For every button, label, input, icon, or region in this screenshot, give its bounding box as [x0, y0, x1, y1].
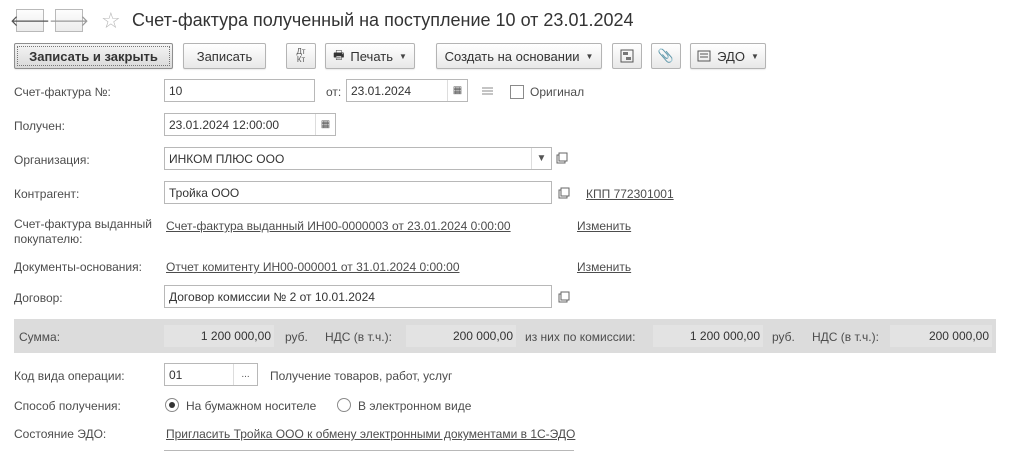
invoice-date-value: 23.01.2024 — [351, 84, 412, 98]
counterparty-label: Контрагент: — [14, 187, 80, 201]
edo-button[interactable]: ЭДО ▼ — [690, 43, 766, 69]
vat-label: НДС (в т.ч.): — [325, 330, 392, 344]
commission-vat-label: НДС (в т.ч.): — [812, 330, 879, 344]
issued-invoice-change-link[interactable]: Изменить — [577, 219, 631, 233]
structure-button[interactable] — [612, 43, 642, 69]
chevron-down-icon: ▼ — [585, 51, 594, 61]
original-checkbox[interactable] — [510, 85, 524, 99]
chevron-down-icon: ▼ — [399, 51, 407, 61]
operation-code-value: 01 — [169, 368, 183, 382]
received-date-value: 23.01.2024 12:00:00 — [169, 118, 280, 132]
commission-vat-value: 200 000,00 — [890, 325, 992, 347]
invoice-date-field[interactable]: 23.01.2024 ▦ — [346, 79, 468, 102]
save-and-close-button[interactable]: Записать и закрыть — [14, 43, 173, 69]
original-label: Оригинал — [530, 85, 585, 99]
print-label: Печать — [350, 48, 393, 64]
issued-invoice-label-line2: покупателю: — [14, 232, 83, 246]
operation-code-select-button[interactable]: ... — [233, 364, 257, 385]
kpp-link[interactable]: КПП 772301001 — [586, 187, 674, 201]
open-organization-icon[interactable] — [556, 152, 568, 167]
dt-kt-icon: Дт Кт — [296, 48, 305, 64]
save-button[interactable]: Записать — [183, 43, 266, 69]
paperclip-icon: 📎 — [657, 48, 675, 63]
received-date-field[interactable]: 23.01.2024 12:00:00 ▦ — [164, 113, 336, 136]
basis-documents-change-link[interactable]: Изменить — [577, 260, 631, 274]
organization-label: Организация: — [14, 153, 90, 167]
electronic-option-label: В электронном виде — [358, 399, 472, 413]
received-label: Получен: — [14, 119, 65, 133]
paper-radio[interactable] — [165, 398, 179, 412]
document-structure-icon — [620, 49, 634, 63]
organization-field[interactable]: ИНКОМ ПЛЮС ООО ▼ — [164, 147, 552, 170]
kt-label: Кт — [296, 55, 306, 64]
edo-label: ЭДО — [717, 48, 745, 64]
comment-icon[interactable] — [481, 86, 494, 100]
open-counterparty-icon[interactable] — [558, 187, 570, 202]
attach-button[interactable]: 📎 — [651, 43, 681, 69]
printer-icon: 🖶 — [333, 47, 345, 62]
invoice-number-field[interactable]: 10 — [164, 79, 315, 102]
sums-bar: Сумма: 1 200 000,00 руб. НДС (в т.ч.): 2… — [14, 319, 996, 353]
back-button[interactable]: 🡐 — [10, 9, 50, 32]
chevron-down-icon[interactable]: ▼ — [531, 148, 551, 169]
edo-state-label: Состояние ЭДО: — [14, 427, 107, 441]
operation-code-description: Получение товаров, работ, услуг — [270, 369, 453, 383]
paper-option-label: На бумажном носителе — [186, 399, 317, 413]
basis-documents-link[interactable]: Отчет комитенту ИН00-000001 от 31.01.202… — [166, 260, 460, 274]
commission-label: из них по комиссии: — [525, 330, 636, 344]
invoice-number-label: Счет-фактура №: — [14, 85, 111, 99]
forward-button[interactable]: 🡒 — [49, 9, 89, 32]
organization-value: ИНКОМ ПЛЮС ООО — [169, 152, 285, 166]
sum-label: Сумма: — [19, 330, 61, 344]
edo-icon — [697, 50, 711, 62]
issued-invoice-label-line1: Счет-фактура выданный — [14, 217, 152, 231]
arrow-left-icon: 🡐 — [9, 13, 51, 30]
issued-invoice-label: Счет-фактура выданный покупателю: — [14, 217, 152, 247]
date-from-label: от: — [326, 85, 342, 99]
electronic-radio[interactable] — [337, 398, 351, 412]
calendar-icon[interactable]: ▦ — [447, 80, 467, 101]
contract-label: Договор: — [14, 291, 63, 305]
sum-value: 1 200 000,00 — [164, 325, 274, 347]
arrow-right-icon: 🡒 — [48, 13, 90, 30]
dt-kt-button[interactable]: Дт Кт — [286, 43, 316, 69]
star-icon[interactable]: ☆ — [101, 8, 121, 34]
calendar-icon[interactable]: ▦ — [315, 114, 335, 135]
open-contract-icon[interactable] — [558, 291, 570, 306]
vat-value: 200 000,00 — [406, 325, 516, 347]
create-based-label: Создать на основании — [444, 48, 580, 64]
page-title: Счет-фактура полученный на поступление 1… — [132, 10, 634, 30]
sum-currency: руб. — [285, 330, 308, 344]
commission-value: 1 200 000,00 — [653, 325, 763, 347]
operation-code-label: Код вида операции: — [14, 369, 125, 383]
commission-currency: руб. — [772, 330, 795, 344]
basis-documents-label: Документы-основания: — [14, 260, 142, 274]
issued-invoice-link[interactable]: Счет-фактура выданный ИН00-0000003 от 23… — [166, 219, 511, 233]
edo-invite-link[interactable]: Пригласить Тройка ООО к обмену электронн… — [166, 427, 575, 441]
operation-code-field[interactable]: 01 ... — [164, 363, 258, 386]
contract-field[interactable]: Договор комиссии № 2 от 10.01.2024 — [164, 285, 552, 308]
receiving-method-label: Способ получения: — [14, 399, 121, 413]
create-based-button[interactable]: Создать на основании ▼ — [436, 43, 602, 69]
print-button[interactable]: 🖶 Печать ▼ — [325, 43, 415, 69]
counterparty-field[interactable]: Тройка ООО — [164, 181, 552, 204]
chevron-down-icon: ▼ — [750, 51, 759, 61]
